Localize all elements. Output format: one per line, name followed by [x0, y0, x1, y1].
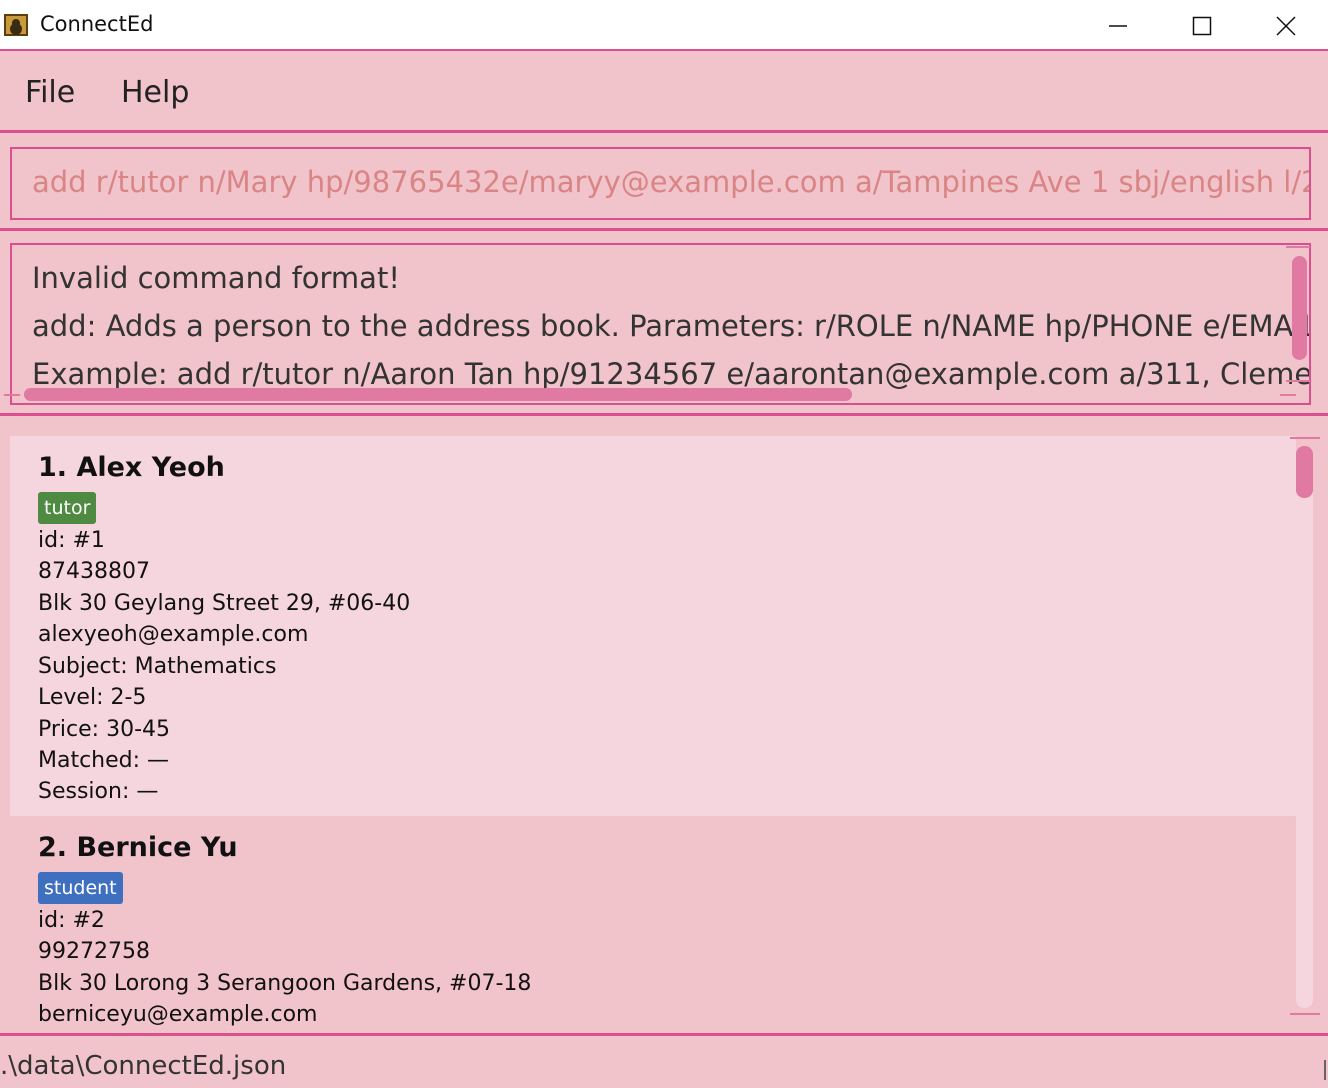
title-bar: ConnectEd [0, 0, 1328, 51]
person-level: Level: 2-5 [38, 685, 147, 710]
result-line: Example: add r/tutor n/Aaron Tan hp/9123… [32, 357, 1311, 391]
status-bar: .\data\ConnectEd.json [0, 1039, 1328, 1088]
role-tag: student [38, 872, 123, 904]
window-title: ConnectEd [40, 12, 154, 36]
person-card[interactable]: 1. Alex Yeoh tutor id: #1 87438807 Blk 3… [10, 436, 1296, 816]
list-scroll-down-arrow[interactable] [1290, 1013, 1320, 1017]
menu-file[interactable]: File [25, 75, 75, 110]
minimize-icon [1109, 24, 1127, 27]
result-display[interactable]: Invalid command format! add: Adds a pers… [10, 243, 1311, 405]
person-id: id: #1 [38, 528, 105, 553]
list-scrollbar-thumb[interactable] [1296, 446, 1313, 498]
resize-grip[interactable] [1324, 1060, 1326, 1080]
menu-bar: File Help [0, 53, 1328, 133]
person-phone: 99272758 [38, 939, 150, 964]
save-file-path: .\data\ConnectEd.json [0, 1051, 287, 1081]
close-button[interactable] [1244, 0, 1328, 51]
person-address: Blk 30 Lorong 3 Serangoon Gardens, #07-1… [38, 971, 532, 996]
person-name: 1. Alex Yeoh [38, 452, 225, 483]
list-scroll-up-arrow[interactable] [1290, 437, 1320, 441]
command-box-panel: add r/tutor n/Mary hp/98765432e/maryy@ex… [0, 136, 1328, 231]
list-scrollbar-track[interactable] [1296, 446, 1313, 1008]
person-subject: Subject: Mathematics [38, 654, 277, 679]
person-list: 1. Alex Yeoh tutor id: #1 87438807 Blk 3… [0, 419, 1328, 1036]
result-horizontal-scrollbar[interactable] [24, 388, 852, 401]
result-scroll-down-arrow[interactable] [1286, 380, 1310, 384]
close-icon [1276, 15, 1296, 36]
person-phone: 87438807 [38, 559, 150, 584]
command-input[interactable]: add r/tutor n/Mary hp/98765432e/maryy@ex… [10, 147, 1311, 220]
app-contact-icon [4, 14, 28, 36]
result-line: Invalid command format! [32, 261, 400, 295]
person-name: 2. Bernice Yu [38, 832, 238, 863]
person-address: Blk 30 Geylang Street 29, #06-40 [38, 591, 411, 616]
person-session: Session: — [38, 779, 159, 804]
person-price: Price: 30-45 [38, 717, 170, 742]
menu-help[interactable]: Help [121, 75, 189, 110]
result-scroll-right-arrow[interactable] [1280, 394, 1296, 396]
role-tag: tutor [38, 492, 97, 524]
person-card[interactable]: 2. Bernice Yu student id: #2 99272758 Bl… [10, 816, 1296, 1033]
person-email: berniceyu@example.com [38, 1002, 318, 1027]
person-email: alexyeoh@example.com [38, 622, 309, 647]
result-scroll-up-arrow[interactable] [1286, 246, 1310, 250]
command-input-text: add r/tutor n/Mary hp/98765432e/maryy@ex… [32, 165, 1311, 199]
result-line: add: Adds a person to the address book. … [32, 309, 1311, 343]
person-id: id: #2 [38, 908, 105, 933]
maximize-icon [1192, 16, 1212, 35]
result-vertical-scrollbar[interactable] [1292, 256, 1307, 360]
result-scroll-left-arrow[interactable] [4, 394, 20, 396]
maximize-button[interactable] [1160, 0, 1244, 51]
minimize-button[interactable] [1076, 0, 1160, 51]
person-matched: Matched: — [38, 748, 170, 773]
